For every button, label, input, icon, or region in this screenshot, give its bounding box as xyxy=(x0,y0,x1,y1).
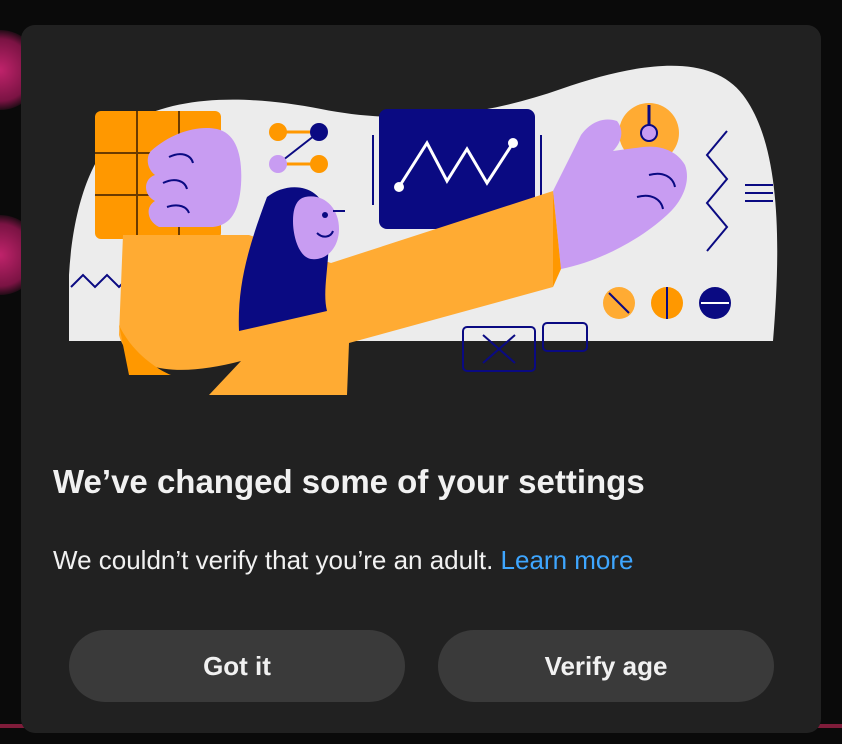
verify-age-button[interactable]: Verify age xyxy=(438,630,774,702)
learn-more-link[interactable]: Learn more xyxy=(501,545,634,575)
dialog-title: We’ve changed some of your settings xyxy=(53,463,645,500)
got-it-button[interactable]: Got it xyxy=(69,630,405,702)
settings-illustration-icon xyxy=(69,65,778,395)
settings-changed-dialog: We’ve changed some of your settings We c… xyxy=(21,25,821,733)
dialog-message: We couldn’t verify that you’re an adult.… xyxy=(53,545,634,576)
dialog-message-text: We couldn’t verify that you’re an adult. xyxy=(53,545,494,575)
dials-row xyxy=(603,287,731,319)
